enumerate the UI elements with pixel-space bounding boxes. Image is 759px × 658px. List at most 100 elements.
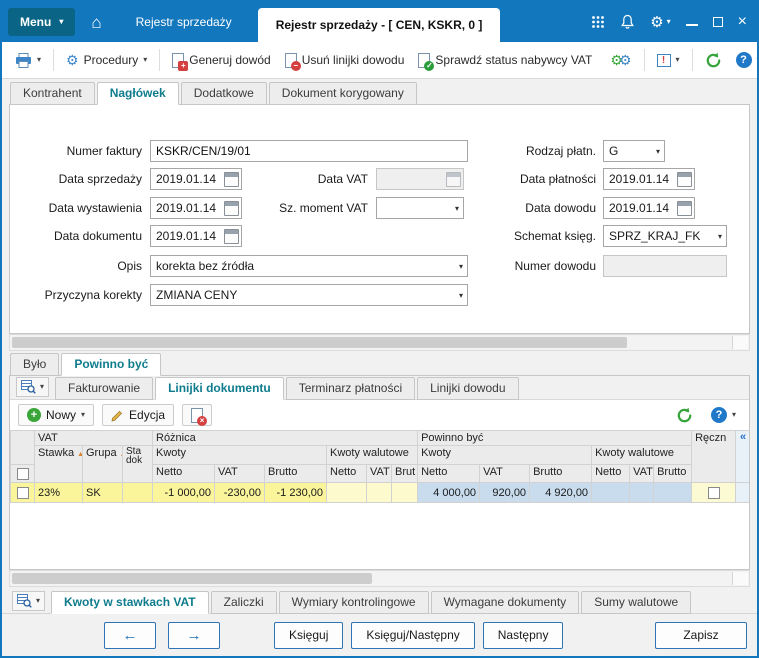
scrollbar-grip[interactable] <box>732 336 748 349</box>
tab-wymiary-kontrolingowe[interactable]: Wymiary kontrolingowe <box>278 591 429 614</box>
scrollbar-grip[interactable] <box>732 572 748 585</box>
cell-grupa[interactable]: SK <box>82 482 123 503</box>
grid-horizontal-scrollbar[interactable] <box>9 570 750 587</box>
tab-dokument-korygowany[interactable]: Dokument korygowany <box>268 82 417 105</box>
home-icon[interactable]: ⌂ <box>91 14 101 31</box>
tab-linijki-dowodu[interactable]: Linijki dowodu <box>417 377 519 400</box>
rodzaj-platn-combo[interactable]: G ▾ <box>603 140 665 162</box>
help-button[interactable]: ? ▾ <box>731 48 757 72</box>
cell-powinno-brutto[interactable]: 4 920,00 <box>529 482 593 503</box>
refresh-button[interactable] <box>700 48 727 73</box>
detail-refresh-button[interactable] <box>671 403 698 428</box>
column-header-brut-wal-roznica[interactable]: Brut <box>390 464 419 483</box>
edit-row-button[interactable]: Edycja <box>102 404 175 426</box>
delete-row-button[interactable]: × <box>182 404 213 426</box>
calendar-icon[interactable] <box>677 171 692 187</box>
procedury-button[interactable]: ⚙ Procedury ▾ <box>61 49 152 71</box>
cell-powinno-brutto-walutowe[interactable] <box>653 482 693 503</box>
cell-powinno-netto-walutowe[interactable] <box>591 482 631 503</box>
generate-proof-button[interactable]: + Generuj dowód <box>167 49 275 72</box>
cell-recznie[interactable] <box>691 482 737 503</box>
column-header-brutto-roznica[interactable]: Brutto <box>264 464 327 483</box>
maximize-button[interactable] <box>712 17 723 27</box>
tab-linijki-dokumentu[interactable]: Linijki dokumentu <box>155 377 284 400</box>
tab-fakturowanie[interactable]: Fakturowanie <box>55 377 154 400</box>
recznie-checkbox[interactable] <box>707 486 720 499</box>
cell-roznica-vat[interactable]: -230,00 <box>214 482 265 503</box>
row-select-cell[interactable] <box>10 482 35 503</box>
row-checkbox[interactable] <box>16 486 29 499</box>
column-header-vat-wal-roznica[interactable]: VAT <box>366 464 392 483</box>
next-record-button[interactable]: → <box>168 621 220 649</box>
tab-dodatkowe[interactable]: Dodatkowe <box>180 82 267 105</box>
apps-grid-icon[interactable] <box>591 15 605 29</box>
form-horizontal-scrollbar[interactable] <box>9 334 750 351</box>
column-header-netto-powinno[interactable]: Netto <box>417 464 481 483</box>
new-row-button[interactable]: + Nowy ▾ <box>18 404 95 426</box>
column-header-recznie[interactable]: Ręczn <box>691 430 737 483</box>
detail-help-button[interactable]: ? ▾ <box>706 403 741 427</box>
column-header-grupa[interactable]: Grupa ▲2 <box>82 445 123 483</box>
nastepny-button[interactable]: Następny <box>482 621 564 649</box>
close-button[interactable]: × <box>738 14 747 30</box>
column-header-netto-wal-powinno[interactable]: Netto <box>591 464 631 483</box>
cell-sta-dok[interactable] <box>122 482 153 503</box>
column-header-vat-wal-powinno[interactable]: VAT <box>629 464 655 483</box>
previous-record-button[interactable]: ← <box>104 621 156 649</box>
column-header-stawka[interactable]: Stawka ▲1 <box>34 445 83 483</box>
cell-stawka[interactable]: 23% <box>34 482 83 503</box>
column-header-netto-roznica[interactable]: Netto <box>152 464 215 483</box>
select-all-header-cell[interactable] <box>10 464 35 483</box>
document-tab-background[interactable]: Rejestr sprzedaży <box>118 2 250 42</box>
zapisz-button[interactable]: Zapisz <box>655 621 747 649</box>
select-all-checkbox[interactable] <box>16 467 29 480</box>
tab-powinno-byc[interactable]: Powinno być <box>61 353 162 376</box>
grid-layout-button[interactable]: ▾ <box>16 377 50 397</box>
scrollbar-thumb[interactable] <box>12 337 627 348</box>
scrollbar-thumb[interactable] <box>12 573 372 584</box>
column-header-sta-dok[interactable]: Sta dok <box>122 445 153 483</box>
tab-bylo[interactable]: Było <box>10 353 60 376</box>
column-header-brutto-wal-powinno[interactable]: Brutto <box>653 464 693 483</box>
grid-layout-button[interactable]: ▾ <box>12 591 46 611</box>
ksieguj-nastepny-button[interactable]: Księguj/Następny <box>351 621 475 649</box>
warnings-button[interactable]: ! ▾ <box>652 50 685 71</box>
tab-terminarz-platnosci[interactable]: Terminarz płatności <box>285 377 416 400</box>
cell-roznica-vat-walutowe[interactable] <box>366 482 392 503</box>
schemat-ksieg-combo[interactable]: SPRZ_KRAJ_FK ▾ <box>603 225 727 247</box>
check-vat-status-button[interactable]: ✓ Sprawdź status nabywcy VAT <box>413 49 597 72</box>
document-tab-active[interactable]: Rejestr sprzedaży - [ CEN, KSKR, 0 ] <box>257 8 501 42</box>
notifications-bell-icon[interactable] <box>620 14 635 30</box>
cell-powinno-vat-walutowe[interactable] <box>629 482 655 503</box>
process-gears-button[interactable]: ⚙ ⚙ <box>605 49 636 71</box>
ksieguj-button[interactable]: Księguj <box>274 621 344 649</box>
data-dowodu-input[interactable]: 2019.01.14 <box>603 197 695 219</box>
delete-proof-lines-button[interactable]: − Usuń linijki dowodu <box>280 49 410 72</box>
data-platnosci-input[interactable]: 2019.01.14 <box>603 168 695 190</box>
print-button[interactable]: ▾ <box>10 49 46 72</box>
collapse-columns-control[interactable]: « <box>735 430 749 483</box>
column-header-vat-powinno[interactable]: VAT <box>479 464 531 483</box>
numer-faktury-input[interactable] <box>150 140 468 162</box>
column-header-netto-wal-roznica[interactable]: Netto <box>326 464 367 483</box>
cell-roznica-brutto-walutowe[interactable] <box>390 482 419 503</box>
przyczyna-korekty-combo[interactable]: ZMIANA CENY ▾ <box>150 284 468 306</box>
opis-combo[interactable]: korekta bez źródła ▾ <box>150 255 468 277</box>
tab-wymagane-dokumenty[interactable]: Wymagane dokumenty <box>430 591 580 614</box>
data-wystawienia-input[interactable]: 2019.01.14 <box>150 197 242 219</box>
cell-roznica-netto[interactable]: -1 000,00 <box>152 482 215 503</box>
cell-roznica-netto-walutowe[interactable] <box>326 482 367 503</box>
tab-kontrahent[interactable]: Kontrahent <box>10 82 95 105</box>
data-sprzedazy-input[interactable]: 2019.01.14 <box>150 168 242 190</box>
minimize-button[interactable] <box>685 18 698 26</box>
menu-button[interactable]: Menu ▾ <box>8 8 76 36</box>
calendar-icon[interactable] <box>224 171 239 187</box>
calendar-icon[interactable] <box>224 228 239 244</box>
calendar-icon[interactable] <box>224 200 239 216</box>
cell-powinno-netto[interactable]: 4 000,00 <box>417 482 481 503</box>
data-dokumentu-input[interactable]: 2019.01.14 <box>150 225 242 247</box>
cell-roznica-brutto[interactable]: -1 230,00 <box>264 482 327 503</box>
tab-naglowek[interactable]: Nagłówek <box>96 82 179 105</box>
cell-powinno-vat[interactable]: 920,00 <box>479 482 531 503</box>
calendar-icon[interactable] <box>677 200 692 216</box>
